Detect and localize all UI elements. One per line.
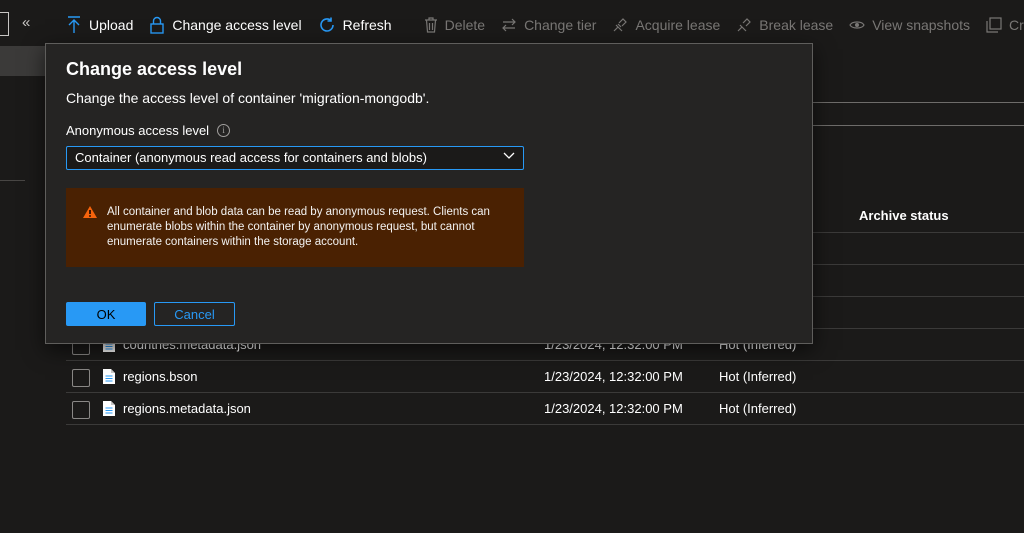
broken-link-icon bbox=[737, 18, 752, 32]
swap-icon bbox=[502, 18, 516, 32]
trash-icon bbox=[424, 17, 437, 33]
access-level-label-text: Anonymous access level bbox=[66, 123, 210, 138]
nav-search-input[interactable] bbox=[0, 12, 9, 36]
change-access-level-button[interactable]: Change access level bbox=[149, 16, 302, 34]
collapse-nav-button[interactable]: « bbox=[22, 14, 30, 31]
cancel-button[interactable]: Cancel bbox=[154, 302, 235, 326]
file-name-link[interactable]: regions.bson bbox=[123, 369, 197, 384]
row-checkbox[interactable] bbox=[72, 401, 90, 419]
break-lease-label: Break lease bbox=[759, 17, 834, 33]
dialog-title: Change access level bbox=[66, 59, 243, 79]
refresh-icon bbox=[319, 17, 334, 32]
column-header-archive-status[interactable]: Archive status bbox=[859, 208, 949, 223]
delete-button[interactable]: Delete bbox=[424, 17, 485, 33]
dialog-description: Change the access level of container 'mi… bbox=[66, 90, 430, 106]
view-snapshots-label: View snapshots bbox=[872, 17, 971, 33]
access-level-dropdown[interactable]: Container (anonymous read access for con… bbox=[66, 146, 524, 170]
page-divider bbox=[811, 102, 1024, 103]
access-tier: Hot (Inferred) bbox=[719, 369, 797, 384]
change-tier-button[interactable]: Change tier bbox=[501, 17, 596, 33]
change-tier-label: Change tier bbox=[524, 17, 597, 33]
file-name-link[interactable]: regions.metadata.json bbox=[123, 401, 251, 416]
break-lease-button[interactable]: Break lease bbox=[736, 17, 833, 33]
warning-icon bbox=[83, 206, 97, 218]
change-access-level-dialog: Change access level Change the access le… bbox=[45, 43, 813, 344]
create-snapshot-label: Create sna bbox=[1009, 17, 1024, 33]
upload-icon bbox=[68, 16, 80, 33]
left-nav: « bbox=[0, 0, 46, 533]
file-icon bbox=[103, 369, 115, 384]
nav-divider bbox=[0, 180, 25, 181]
file-icon bbox=[103, 401, 115, 416]
link-icon bbox=[614, 18, 628, 32]
warning-text: All container and blob data can be read … bbox=[107, 206, 490, 248]
nav-selected-item[interactable] bbox=[0, 46, 46, 76]
warning-banner: All container and blob data can be read … bbox=[66, 188, 524, 267]
change-access-level-label: Change access level bbox=[172, 17, 302, 33]
refresh-label: Refresh bbox=[342, 17, 392, 33]
last-modified: 1/23/2024, 12:32:00 PM bbox=[544, 369, 683, 384]
ok-button[interactable]: OK bbox=[66, 302, 146, 326]
view-snapshots-button[interactable]: View snapshots bbox=[849, 17, 970, 33]
snapshot-icon bbox=[986, 17, 1002, 33]
access-tier: Hot (Inferred) bbox=[719, 401, 797, 416]
row-checkbox[interactable] bbox=[72, 369, 90, 387]
info-icon[interactable]: i bbox=[217, 124, 231, 137]
access-level-field-label: Anonymous access level i bbox=[66, 123, 231, 138]
refresh-button[interactable]: Refresh bbox=[318, 16, 392, 34]
upload-button[interactable]: Upload bbox=[66, 16, 133, 34]
upload-label: Upload bbox=[89, 17, 134, 33]
create-snapshot-button[interactable]: Create sna bbox=[986, 17, 1024, 33]
eye-icon bbox=[849, 21, 865, 29]
page-divider bbox=[811, 125, 1024, 126]
table-row[interactable]: regions.bson 1/23/2024, 12:32:00 PM Hot … bbox=[66, 361, 1024, 393]
delete-label: Delete bbox=[444, 17, 486, 33]
lock-icon bbox=[150, 16, 165, 34]
dropdown-selected-value: Container (anonymous read access for con… bbox=[75, 150, 427, 165]
row-divider bbox=[66, 424, 1024, 425]
last-modified: 1/23/2024, 12:32:00 PM bbox=[544, 401, 683, 416]
table-row[interactable]: regions.metadata.json 1/23/2024, 12:32:0… bbox=[66, 393, 1024, 425]
acquire-lease-label: Acquire lease bbox=[635, 17, 721, 33]
chevron-down-icon bbox=[503, 152, 515, 159]
acquire-lease-button[interactable]: Acquire lease bbox=[612, 17, 720, 33]
